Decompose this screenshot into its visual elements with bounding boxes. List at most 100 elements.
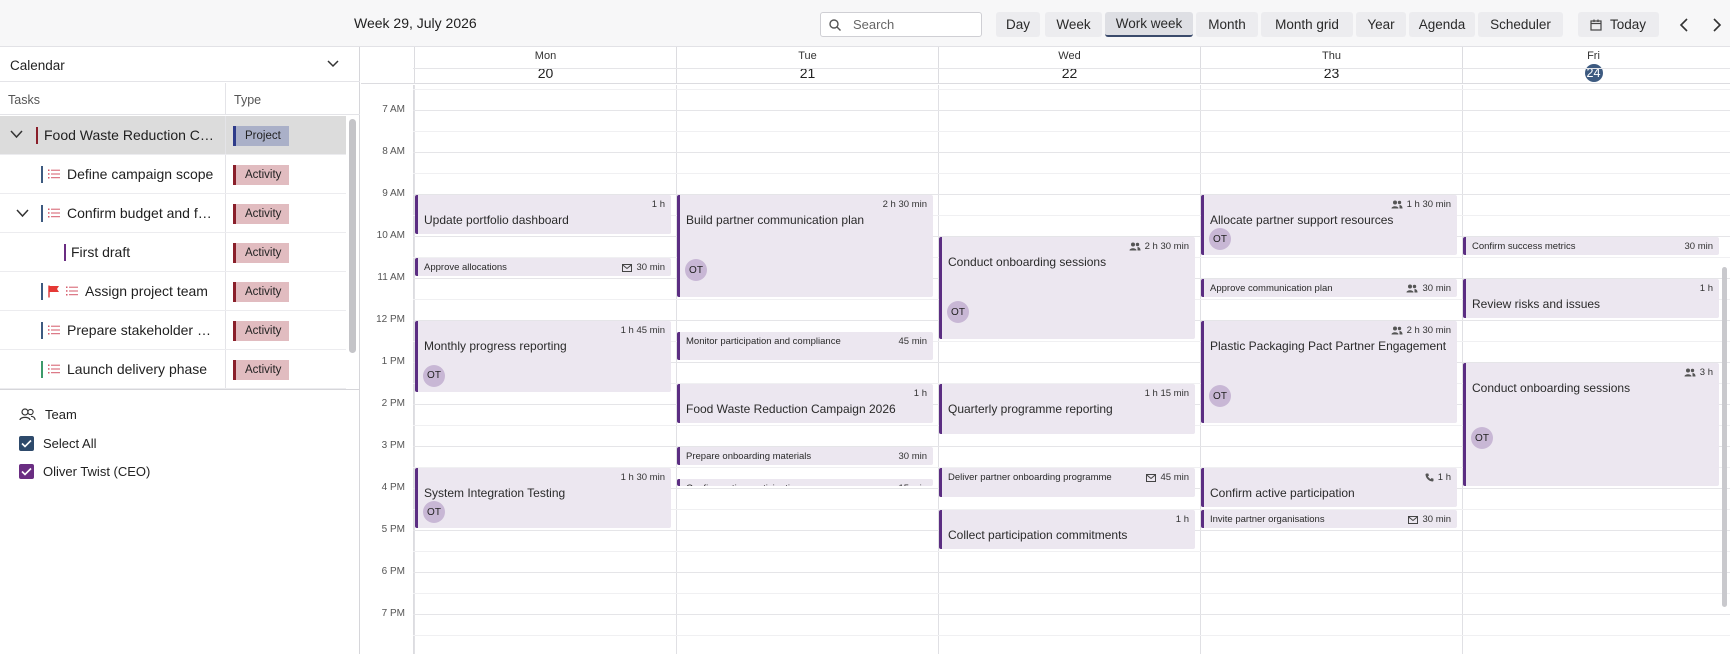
chevron-down-icon[interactable] — [326, 59, 340, 69]
today-label: Today — [1610, 17, 1647, 32]
event-title: Confirm success metrics — [1472, 241, 1576, 252]
task-name: Launch delivery phase — [67, 361, 208, 377]
day-date: 21 — [799, 65, 816, 81]
column-header-type[interactable]: Type — [234, 93, 261, 107]
search-input[interactable] — [853, 16, 973, 33]
people-icon — [1391, 200, 1403, 209]
view-work-week-button[interactable]: Work week — [1105, 12, 1193, 37]
today-button[interactable]: Today — [1578, 12, 1659, 37]
day-header[interactable]: Fri 24 — [1462, 47, 1724, 84]
calendar-event[interactable]: Collect participation commitments 1 h — [939, 510, 1195, 549]
event-duration-text: 1 h — [1175, 514, 1189, 525]
event-duration: 2 h 30 min — [1391, 325, 1451, 336]
hour-label: 10 AM — [376, 230, 405, 241]
list-icon — [48, 169, 60, 179]
event-title: Approve allocations — [424, 262, 507, 273]
chevron-right-icon[interactable] — [1706, 15, 1726, 35]
calendar-event[interactable]: Build partner communication plan 2 h 30 m… — [677, 195, 933, 297]
calendar-event[interactable]: Conduct onboarding sessions 3 h OT — [1463, 363, 1719, 486]
calendar-label: Calendar — [10, 58, 65, 73]
event-duration-text: 15 min — [898, 483, 927, 487]
task-color-bar — [64, 244, 66, 261]
calendar-scrollbar[interactable] — [1722, 267, 1727, 607]
calendar-event[interactable]: Confirm active participation 1 h — [1201, 468, 1457, 507]
view-agenda-button[interactable]: Agenda — [1409, 12, 1475, 37]
event-duration-text: 1 h 15 min — [1144, 388, 1189, 399]
resource-checkbox[interactable] — [19, 464, 34, 479]
avatar: OT — [1209, 385, 1231, 407]
check-icon — [21, 439, 32, 448]
view-week-button[interactable]: Week — [1045, 12, 1102, 37]
calendar-event[interactable]: Deliver partner onboarding programme 45 m… — [939, 468, 1195, 497]
calendar-event[interactable]: Conduct onboarding sessions 2 h 30 min OT — [939, 237, 1195, 339]
task-row[interactable]: First draft Activity — [0, 233, 346, 272]
week-title: Week 29, July 2026 — [354, 15, 477, 31]
view-month-button[interactable]: Month — [1196, 12, 1258, 37]
select-all-checkbox[interactable] — [19, 436, 34, 451]
calendar-event[interactable]: Monthly progress reporting 1 h 45 min OT — [415, 321, 671, 392]
day-header[interactable]: Tue 21 — [676, 47, 938, 84]
list-icon — [66, 286, 78, 296]
event-title: Approve communication plan — [1210, 283, 1333, 294]
event-title: Conduct onboarding sessions — [1472, 381, 1631, 395]
chevron-down-icon[interactable] — [16, 209, 29, 218]
event-duration-text: 30 min — [898, 451, 927, 462]
day-header[interactable]: Mon 20 — [414, 47, 676, 84]
day-header[interactable]: Thu 23 — [1200, 47, 1462, 84]
view-year-button[interactable]: Year — [1356, 12, 1406, 37]
task-list-scrollbar[interactable] — [349, 119, 356, 353]
calendar-event[interactable]: Prepare onboarding materials 30 min — [677, 447, 933, 465]
task-row[interactable]: Confirm budget and funding Activity — [0, 194, 346, 233]
task-row[interactable]: Prepare stakeholder engagement Activity — [0, 311, 346, 350]
calendar-event[interactable]: Monitor participation and compliance 45 m… — [677, 331, 933, 360]
event-duration: 30 min — [1406, 283, 1451, 294]
event-duration-text: 1 h — [1699, 283, 1713, 294]
phone-icon — [1425, 473, 1434, 482]
hour-label: 7 AM — [382, 104, 405, 115]
calendar-selector[interactable]: Calendar — [0, 47, 360, 82]
resource-label: Oliver Twist (CEO) — [43, 464, 151, 479]
calendar-event[interactable]: Invite partner organisations 30 min — [1201, 510, 1457, 528]
calendar-event[interactable]: Food Waste Reduction Campaign 2026 1 h — [677, 384, 933, 423]
calendar-event[interactable]: Update portfolio dashboard 1 h — [415, 195, 671, 234]
task-row[interactable]: Assign project team Activity — [0, 272, 346, 311]
search-box[interactable] — [820, 12, 982, 37]
task-row[interactable]: Food Waste Reduction Campaign 2026 Proje… — [0, 116, 346, 155]
task-row[interactable]: Launch delivery phase Activity — [0, 350, 346, 389]
calendar-event[interactable]: System Integration Testing 1 h 30 min OT — [415, 468, 671, 528]
calendar-event[interactable]: Confirm success metrics 30 min — [1463, 237, 1719, 255]
resource-row[interactable]: Oliver Twist (CEO) — [19, 464, 150, 479]
resource-legend: Team Select All Oliver Twist (CEO) — [0, 389, 360, 654]
task-row[interactable]: Define campaign scope Activity — [0, 155, 346, 194]
flag-icon — [48, 285, 59, 298]
event-duration: 15 min — [898, 483, 927, 487]
view-day-button[interactable]: Day — [996, 12, 1040, 37]
hour-label: 12 PM — [376, 314, 405, 325]
calendar-event[interactable]: Allocate partner support resources 1 h 30… — [1201, 195, 1457, 255]
people-icon — [1406, 284, 1418, 293]
view-scheduler-button[interactable]: Scheduler — [1478, 12, 1563, 37]
event-title: Allocate partner support resources — [1210, 213, 1394, 227]
select-all-row[interactable]: Select All — [19, 436, 96, 451]
calendar-event[interactable]: Approve allocations 30 min — [415, 258, 671, 276]
chevron-left-icon[interactable] — [1675, 15, 1695, 35]
calendar-event[interactable]: Review risks and issues 1 h — [1463, 279, 1719, 318]
view-month-grid-button[interactable]: Month grid — [1261, 12, 1353, 37]
calendar-event[interactable]: Quarterly programme reporting 1 h 15 min — [939, 384, 1195, 434]
task-color-bar — [41, 322, 43, 339]
chevron-down-icon[interactable] — [10, 130, 23, 139]
event-title: Invite partner organisations — [1210, 514, 1325, 525]
calendar-event[interactable]: Approve communication plan 30 min — [1201, 279, 1457, 297]
day-name: Mon — [534, 50, 557, 62]
day-name: Thu — [1322, 50, 1341, 62]
event-duration-text: 30 min — [1422, 514, 1451, 525]
task-color-bar — [41, 166, 43, 183]
day-header[interactable]: Wed 22 — [938, 47, 1200, 84]
hour-label: 4 PM — [381, 482, 405, 493]
mail-icon — [622, 263, 633, 272]
calendar-event[interactable]: Plastic Packaging Pact Partner Engagemen… — [1201, 321, 1457, 423]
hour-label: 2 PM — [381, 398, 405, 409]
column-header-tasks[interactable]: Tasks — [8, 93, 40, 107]
event-title: Prepare onboarding materials — [686, 451, 812, 462]
calendar-event[interactable]: Confirm active participation 15 min — [677, 478, 933, 487]
